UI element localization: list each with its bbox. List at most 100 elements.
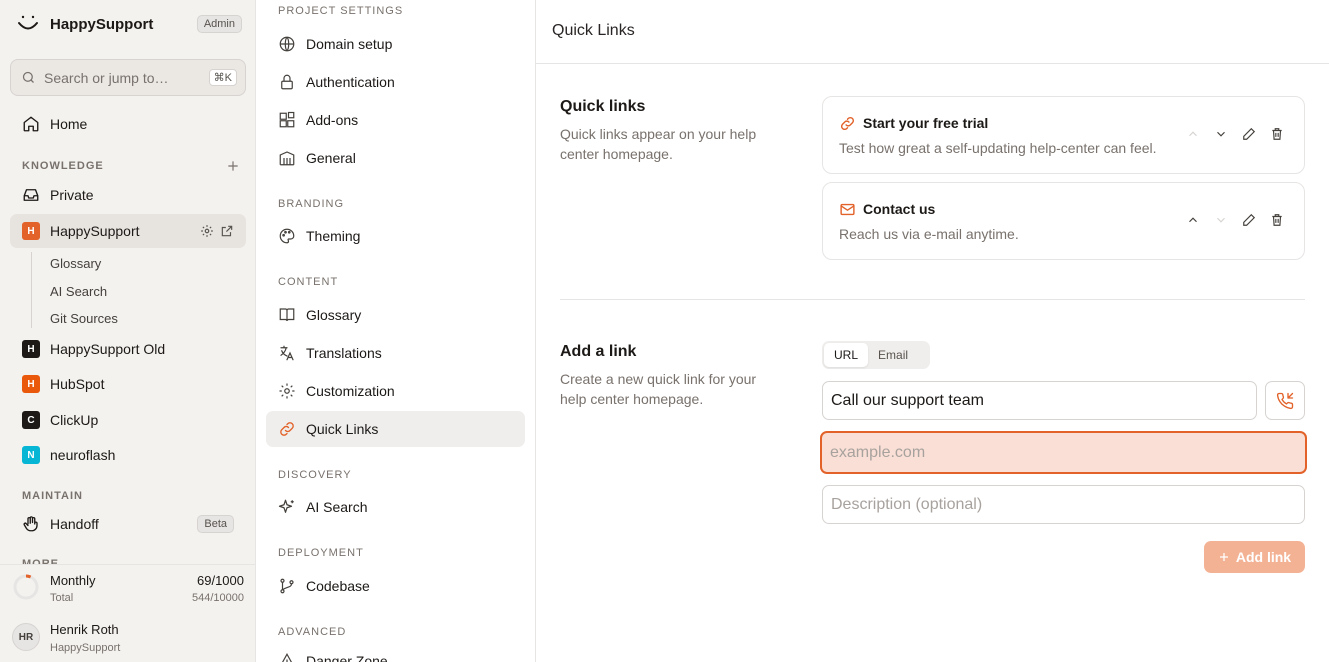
sidebar-item-happysupport[interactable]: H HappySupport <box>10 214 246 248</box>
palette-icon <box>279 228 295 244</box>
sidebar-subitem-git-sources[interactable]: Git Sources <box>50 311 118 326</box>
external-link-icon[interactable] <box>220 224 234 238</box>
tree-line <box>31 252 32 328</box>
lock-icon <box>281 74 293 90</box>
quick-links-title: Quick links <box>560 98 646 115</box>
project-avatar: C <box>22 411 40 429</box>
settings-item-label: Add-ons <box>306 112 359 128</box>
usage-total-value: 544/10000 <box>192 592 244 604</box>
sidebar-item-label: ClickUp <box>50 412 99 428</box>
sidebar-item-handoff[interactable]: Handoff Beta <box>10 507 246 541</box>
settings-item-customization[interactable]: Customization <box>266 373 525 409</box>
quick-links-description: Quick links appear on your help center h… <box>560 126 757 162</box>
search-icon <box>22 71 34 83</box>
sparkles-icon <box>278 499 294 513</box>
settings-item-label: General <box>306 150 356 166</box>
link-type-toggle: URL Email <box>822 341 930 369</box>
usage-ring <box>13 574 39 600</box>
sidebar-item-label: HappySupport <box>50 223 140 239</box>
settings-item-ai-search[interactable]: AI Search <box>266 489 525 525</box>
section-divider <box>560 299 1305 300</box>
sidebar-item-clickup[interactable]: C ClickUp <box>10 403 246 437</box>
link-icon <box>280 422 294 436</box>
sidebar-item-label: neuroflash <box>50 447 116 463</box>
settings-item-label: Translations <box>306 345 382 361</box>
globe-icon <box>279 36 295 52</box>
user-org: HappySupport <box>50 642 121 654</box>
settings-item-label: Quick Links <box>306 421 379 437</box>
description-placeholder: Description (optional) <box>831 495 983 513</box>
search-shortcut: ⌘K <box>208 69 237 86</box>
project-avatar: H <box>22 222 40 240</box>
quick-link-card[interactable]: Contact us Reach us via e-mail anytime. <box>822 182 1305 260</box>
sidebar-subitem-ai-search[interactable]: AI Search <box>50 284 107 299</box>
warning-icon <box>282 653 292 662</box>
quick-link-actions <box>1186 127 1284 141</box>
settings-item-translations[interactable]: Translations <box>266 335 525 371</box>
tab-email[interactable]: Email <box>868 343 918 367</box>
settings-item-label: Authentication <box>306 74 395 90</box>
edit-icon[interactable] <box>1242 213 1256 227</box>
usage-monthly-value: 69/1000 <box>197 573 244 588</box>
section-advanced: ADVANCED <box>278 626 347 638</box>
usage-panel: Monthly Total 69/1000 544/10000 HR Henri… <box>0 564 255 662</box>
settings-item-label: Customization <box>306 383 395 399</box>
sidebar-item-happysupport-old[interactable]: H HappySupport Old <box>10 332 246 366</box>
move-down-icon[interactable] <box>1214 213 1228 227</box>
beta-badge: Beta <box>197 515 234 533</box>
settings-item-quick-links[interactable]: Quick Links <box>266 411 525 447</box>
add-knowledge-icon[interactable] <box>226 159 240 173</box>
trash-icon[interactable] <box>1270 127 1284 141</box>
home-icon <box>23 116 39 132</box>
role-badge: Admin <box>196 15 242 33</box>
gear-icon[interactable] <box>200 224 214 238</box>
sidebar-item-neuroflash[interactable]: N neuroflash <box>10 438 246 472</box>
sidebar-subitem-glossary[interactable]: Glossary <box>50 256 101 271</box>
mail-icon <box>840 203 855 216</box>
link-url-input[interactable]: example.com <box>820 431 1307 474</box>
avatar[interactable]: HR <box>12 623 40 651</box>
quick-link-card[interactable]: Start your free trial Test how great a s… <box>822 96 1305 174</box>
sidebar-item-private[interactable]: Private <box>10 178 246 212</box>
tab-url[interactable]: URL <box>824 343 869 367</box>
settings-item-codebase[interactable]: Codebase <box>266 568 525 604</box>
search-input[interactable]: Search or jump to… ⌘K <box>10 59 246 96</box>
link-description-input[interactable]: Description (optional) <box>822 485 1305 524</box>
gear-icon <box>279 383 295 399</box>
move-up-icon[interactable] <box>1186 213 1200 227</box>
quick-link-description: Reach us via e-mail anytime. <box>839 226 1019 242</box>
project-avatar: N <box>22 446 40 464</box>
settings-item-authentication[interactable]: Authentication <box>266 64 525 100</box>
sidebar-item-home[interactable]: Home <box>10 107 246 141</box>
smiley-logo-icon <box>18 15 38 30</box>
settings-item-label: Domain setup <box>306 36 393 52</box>
trash-icon[interactable] <box>1270 213 1284 227</box>
section-project-settings: PROJECT SETTINGS <box>278 5 404 17</box>
user-name[interactable]: Henrik Roth <box>50 622 119 637</box>
section-content: CONTENT <box>278 276 339 288</box>
page-header: Quick Links <box>536 0 1329 64</box>
hand-icon <box>23 516 38 532</box>
settings-item-danger-zone[interactable]: Danger Zone <box>266 643 525 662</box>
quick-link-title: Contact us <box>863 201 936 217</box>
page-title: Quick Links <box>552 22 635 39</box>
add-link-button[interactable]: Add link <box>1204 541 1305 573</box>
sidebar-item-hubspot[interactable]: H HubSpot <box>10 367 246 401</box>
edit-icon[interactable] <box>1242 127 1256 141</box>
settings-item-addons[interactable]: Add-ons <box>266 102 525 138</box>
settings-item-domain-setup[interactable]: Domain setup <box>266 26 525 62</box>
link-title-input[interactable]: Call our support team <box>822 381 1257 420</box>
add-link-label: Add link <box>1235 549 1292 565</box>
move-down-icon[interactable] <box>1214 127 1228 141</box>
maintain-header: MAINTAIN <box>22 490 83 502</box>
settings-item-glossary[interactable]: Glossary <box>266 297 525 333</box>
settings-item-theming[interactable]: Theming <box>266 218 525 254</box>
settings-item-general[interactable]: General <box>266 140 525 176</box>
move-up-icon[interactable] <box>1186 127 1200 141</box>
app-name: HappySupport <box>50 15 154 33</box>
link-icon-picker-button[interactable] <box>1265 381 1305 420</box>
settings-nav: PROJECT SETTINGS Domain setup Authentica… <box>256 0 536 662</box>
project-avatar: H <box>22 375 40 393</box>
sidebar-item-label: Private <box>50 187 94 203</box>
url-placeholder: example.com <box>830 443 926 461</box>
